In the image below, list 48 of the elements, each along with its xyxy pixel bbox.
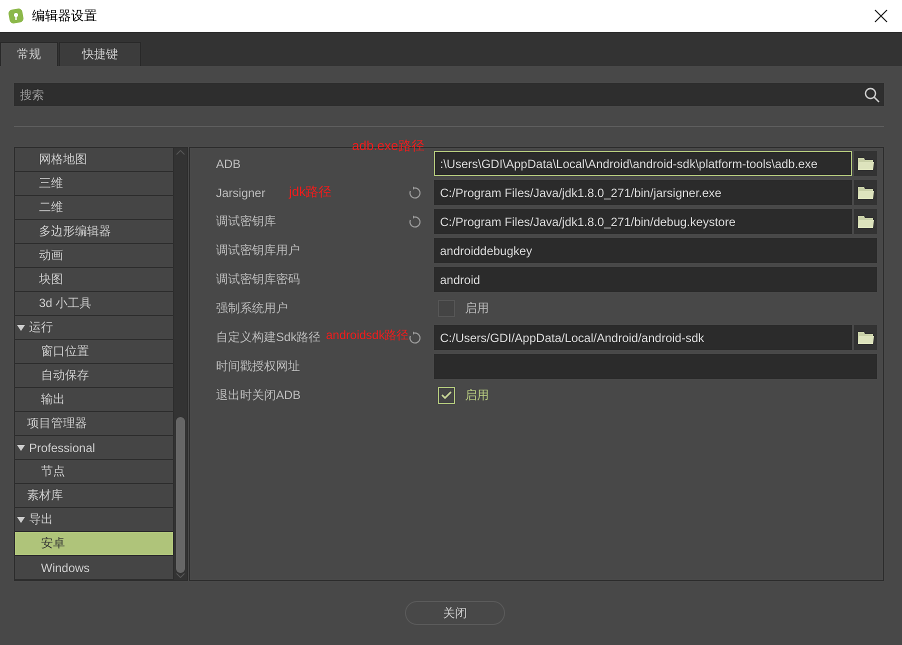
text-field[interactable]: android bbox=[434, 267, 877, 292]
folder-icon bbox=[858, 186, 874, 199]
browse-button[interactable] bbox=[854, 209, 877, 234]
setting-label: 时间戳授权网址 bbox=[216, 358, 300, 375]
annotation-text: androidsdk路径 bbox=[326, 329, 409, 341]
setting-label: 强制系统用户 bbox=[216, 300, 288, 317]
checkmark-icon bbox=[441, 391, 452, 400]
text-field[interactable]: :\Users\GDI\AppData\Local\Android\android-sdk\platform-tools\adb.exe bbox=[434, 151, 852, 176]
tree-item[interactable]: 安卓 bbox=[15, 532, 173, 556]
annotation-text: adb.exe路径 bbox=[352, 139, 424, 152]
reset-icon[interactable] bbox=[408, 330, 422, 344]
setting-label: 调试密钥库用户 bbox=[216, 242, 300, 259]
folder-icon bbox=[858, 157, 874, 170]
window-title: 编辑器设置 bbox=[32, 7, 98, 25]
caret-icon[interactable] bbox=[17, 324, 25, 330]
text-field[interactable]: C:/Users/GDI/AppData/Local/Android/android-sdk bbox=[434, 325, 852, 350]
search-icon bbox=[864, 86, 880, 102]
browse-button[interactable] bbox=[854, 180, 877, 205]
close-button[interactable]: 关闭 bbox=[405, 601, 505, 625]
search-field[interactable]: 搜索 bbox=[14, 83, 860, 106]
text-field[interactable]: C:/Program Files/Java/jdk1.8.0_271/bin/debug.keystore bbox=[434, 209, 852, 234]
scrollbar-thumb[interactable] bbox=[176, 417, 185, 573]
scrollbar[interactable] bbox=[174, 147, 188, 581]
caret-icon[interactable] bbox=[17, 444, 25, 450]
folder-icon bbox=[858, 215, 874, 228]
setting-label: 自定义构建Sdk路径 bbox=[216, 329, 321, 346]
tab[interactable]: 常规 bbox=[0, 42, 58, 66]
search-button[interactable] bbox=[860, 83, 884, 106]
text-field[interactable] bbox=[434, 354, 877, 379]
setting-label: 退出时关闭ADB bbox=[216, 387, 301, 404]
caret-icon[interactable] bbox=[17, 516, 25, 522]
folder-icon bbox=[858, 331, 874, 344]
text-field[interactable]: C:/Program Files/Java/jdk1.8.0_271/bin/jarsigner.exe bbox=[434, 180, 852, 205]
annotation-text: jdk路径 bbox=[289, 185, 332, 198]
browse-button[interactable] bbox=[854, 151, 877, 176]
checkbox-label: 启用 bbox=[465, 387, 489, 404]
app-logo-icon bbox=[8, 8, 24, 24]
setting-label: ADB bbox=[216, 156, 241, 170]
text-field[interactable]: androiddebugkey bbox=[434, 238, 877, 263]
reset-icon[interactable] bbox=[408, 186, 422, 200]
checkbox[interactable] bbox=[438, 387, 455, 404]
checkbox-label: 启用 bbox=[465, 300, 489, 317]
tab[interactable]: 快捷键 bbox=[59, 42, 141, 66]
setting-label: 调试密钥库 bbox=[216, 213, 276, 230]
reset-icon[interactable] bbox=[408, 214, 422, 228]
setting-label: Jarsigner bbox=[216, 186, 266, 200]
browse-button[interactable] bbox=[854, 325, 877, 350]
setting-label: 调试密钥库密码 bbox=[216, 271, 300, 288]
